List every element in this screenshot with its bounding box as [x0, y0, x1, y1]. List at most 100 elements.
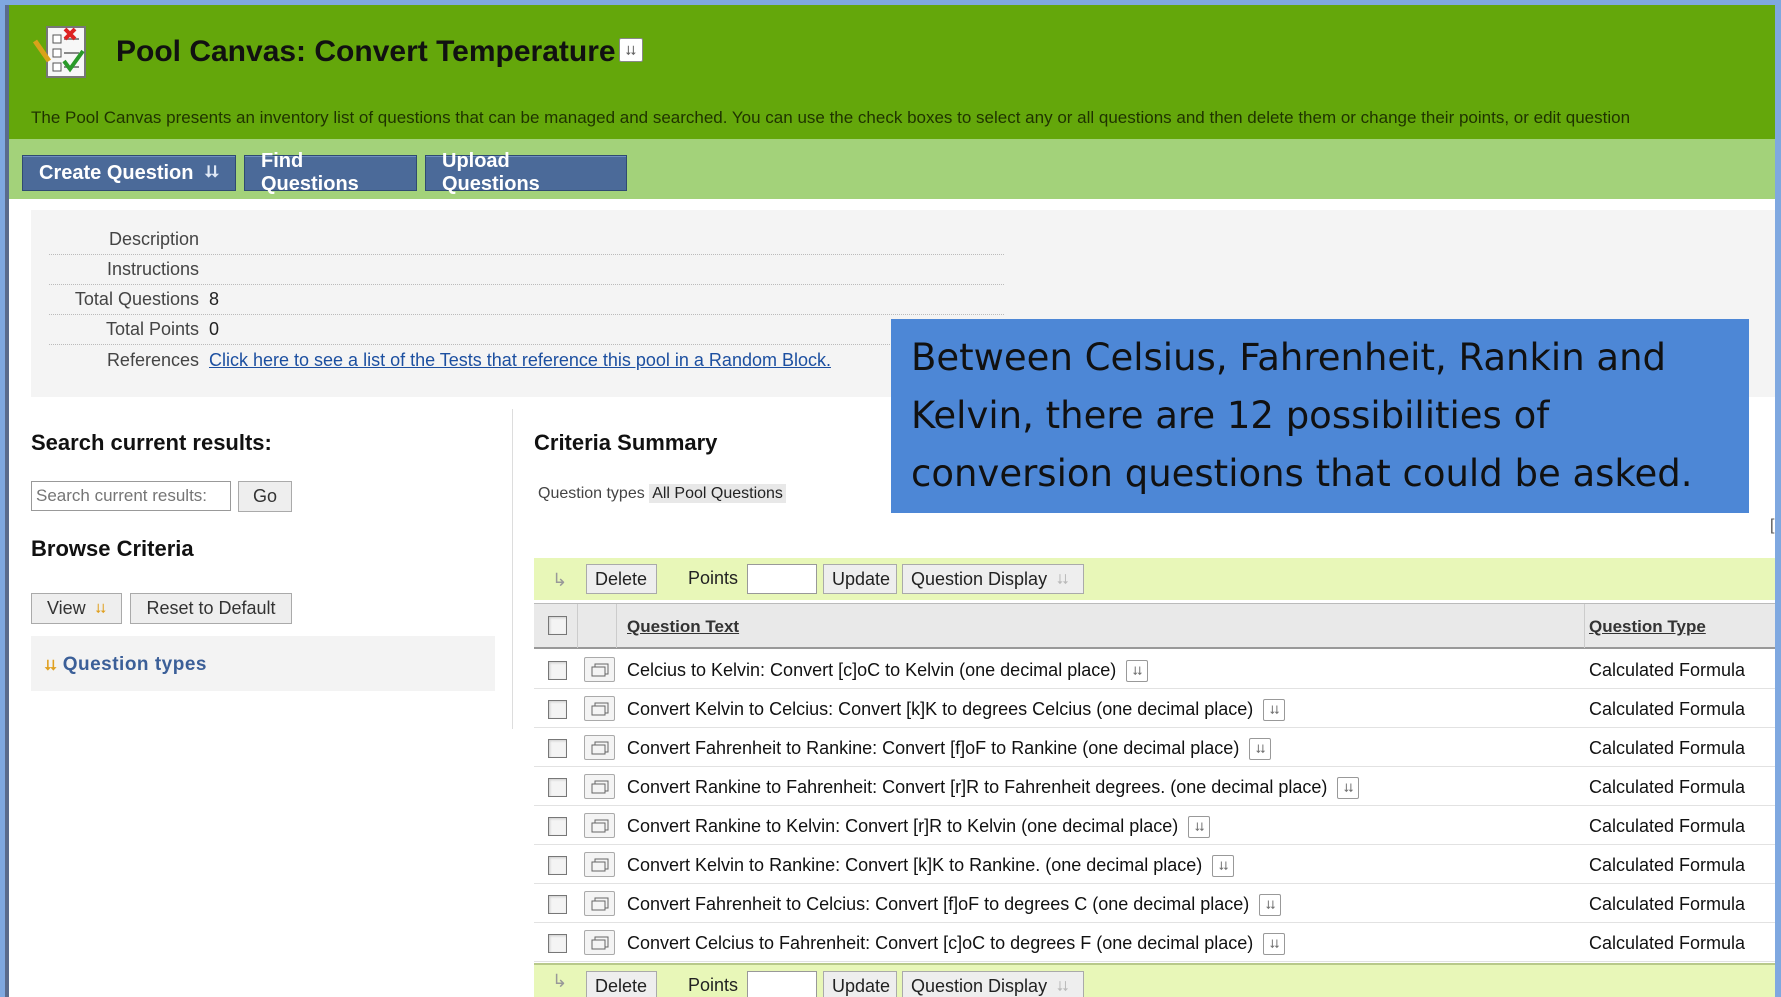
find-questions-label: Find Questions	[261, 150, 359, 195]
row-checkbox[interactable]	[548, 739, 567, 758]
chevron-down-icon[interactable]: ⮇	[1337, 777, 1360, 800]
chevron-down-icon[interactable]: ⮇	[619, 38, 643, 62]
question-preview-icon[interactable]	[584, 735, 615, 760]
instructions-label: Instructions	[106, 259, 199, 279]
question-type-cell: Calculated Formula	[1589, 777, 1746, 797]
find-questions-button[interactable]: Find Questions	[244, 150, 417, 195]
question-text-cell: Convert Kelvin to Celcius: Convert [k]K …	[627, 699, 1286, 722]
checklist-icon	[31, 21, 101, 83]
question-types-label: Question types	[62, 654, 207, 675]
row-checkbox[interactable]	[548, 817, 567, 836]
table-row: Convert Kelvin to Rankine: Convert [k]K …	[534, 845, 1775, 884]
question-type-cell: Calculated Formula	[1589, 738, 1746, 758]
references-row: References Click here to see a list of t…	[49, 345, 1004, 375]
row-checkbox[interactable]	[548, 778, 567, 797]
chevron-down-icon: ⮇	[1057, 570, 1069, 587]
select-all-checkbox[interactable]	[548, 616, 567, 635]
question-text: Convert Rankine to Kelvin: Convert [r]R …	[627, 816, 1179, 836]
question-preview-icon[interactable]	[584, 891, 615, 916]
points-input[interactable]	[747, 971, 817, 997]
question-text-cell: Convert Rankine to Kelvin: Convert [r]R …	[627, 816, 1211, 839]
question-type-cell: Calculated Formula	[1589, 816, 1746, 836]
update-button[interactable]: Update	[823, 564, 897, 594]
page-header: Pool Canvas: Convert Temperature ⮇ The P…	[9, 5, 1775, 139]
criteria-line: Question types All Pool Questions	[538, 484, 786, 503]
row-checkbox[interactable]	[548, 856, 567, 875]
row-checkbox[interactable]	[548, 700, 567, 719]
chevron-down-icon[interactable]: ⮇	[1188, 816, 1211, 839]
total-points-row: Total Points 0	[49, 315, 1004, 345]
row-checkbox[interactable]	[548, 934, 567, 953]
page-description: The Pool Canvas presents an inventory li…	[31, 108, 1631, 127]
browse-criteria-title: Browse Criteria	[31, 536, 194, 561]
page-title: Pool Canvas: Convert Temperature	[116, 35, 616, 68]
references-label: References	[106, 349, 199, 370]
view-button[interactable]: View ⮇	[31, 593, 122, 624]
total-questions-value: 8	[209, 289, 220, 309]
update-button[interactable]: Update	[823, 971, 897, 997]
chevron-down-icon: ⮇	[95, 600, 107, 616]
question-preview-icon[interactable]	[584, 852, 615, 877]
question-text-cell: Convert Fahrenheit to Celcius: Convert […	[627, 894, 1282, 917]
question-text-column-header[interactable]: Question Text	[627, 617, 739, 637]
question-display-button[interactable]: Question Display ⮇	[902, 564, 1084, 594]
header-separator	[616, 604, 617, 648]
delete-button[interactable]: Delete	[586, 971, 657, 997]
question-preview-icon[interactable]	[584, 930, 615, 955]
table-row: Convert Celcius to Fahrenheit: Convert […	[534, 923, 1775, 962]
total-points-value: 0	[209, 319, 220, 339]
question-type-cell: Calculated Formula	[1589, 933, 1746, 953]
points-input[interactable]	[747, 564, 817, 594]
question-preview-icon[interactable]	[584, 774, 615, 799]
chevron-down-icon[interactable]: ⮇	[1263, 699, 1286, 722]
create-question-button[interactable]: Create Question ⮇	[22, 155, 236, 191]
question-text: Convert Kelvin to Rankine: Convert [k]K …	[627, 855, 1203, 875]
view-label: View	[46, 598, 86, 618]
question-text-cell: Convert Fahrenheit to Rankine: Convert […	[627, 738, 1272, 761]
description-label: Description	[108, 229, 199, 249]
arrow-right-icon: ↳	[552, 570, 568, 590]
question-text: Convert Celcius to Fahrenheit: Convert […	[627, 933, 1254, 953]
action-bar: Create Question ⮇ Find Questions Upload …	[9, 139, 1775, 199]
chevron-down-icon[interactable]: ⮇	[1126, 660, 1149, 683]
delete-button[interactable]: Delete	[586, 564, 657, 594]
question-text-cell: Convert Rankine to Fahrenheit: Convert […	[627, 777, 1360, 800]
criteria-question-types-value: All Pool Questions	[649, 484, 786, 503]
question-text: Convert Kelvin to Celcius: Convert [k]K …	[627, 699, 1254, 719]
arrow-right-icon: ↳	[552, 971, 568, 991]
chevron-down-icon: ⮇	[205, 164, 219, 181]
table-row: Convert Fahrenheit to Rankine: Convert […	[534, 728, 1775, 767]
table-row: Convert Fahrenheit to Celcius: Convert […	[534, 884, 1775, 923]
total-points-label: Total Points	[105, 319, 199, 339]
go-button[interactable]: Go	[238, 481, 292, 512]
chevron-down-icon: ⮇	[45, 657, 57, 673]
question-text-cell: Convert Kelvin to Rankine: Convert [k]K …	[627, 855, 1235, 878]
chevron-down-icon[interactable]: ⮇	[1212, 855, 1235, 878]
total-questions-label: Total Questions	[74, 289, 199, 309]
instructions-row: Instructions	[49, 255, 1004, 285]
question-text: Convert Fahrenheit to Celcius: Convert […	[627, 894, 1250, 914]
row-checkbox[interactable]	[548, 661, 567, 680]
question-preview-icon[interactable]	[584, 657, 615, 682]
question-preview-icon[interactable]	[584, 696, 615, 721]
question-preview-icon[interactable]	[584, 813, 615, 838]
question-type-cell: Calculated Formula	[1589, 660, 1746, 680]
reset-to-default-button[interactable]: Reset to Default	[130, 593, 292, 624]
question-types-toggle[interactable]: ⮇ Question types	[45, 654, 207, 676]
upload-questions-label: Upload Questions	[442, 150, 540, 195]
search-input[interactable]	[31, 481, 231, 511]
chevron-down-icon[interactable]: ⮇	[1263, 933, 1286, 956]
question-text-cell: Celcius to Kelvin: Convert [c]oC to Kelv…	[627, 660, 1149, 683]
upload-questions-button[interactable]: Upload Questions	[425, 150, 627, 195]
table-toolbar-bottom: ↳ Delete Points Update Question Display …	[534, 963, 1775, 997]
question-types-panel: ⮇ Question types	[31, 636, 495, 691]
chevron-down-icon[interactable]: ⮇	[1249, 738, 1272, 761]
question-text-cell: Convert Celcius to Fahrenheit: Convert […	[627, 933, 1286, 956]
row-checkbox[interactable]	[548, 895, 567, 914]
references-link[interactable]: Click here to see a list of the Tests th…	[209, 350, 831, 371]
question-type-column-header[interactable]: Question Type	[1589, 617, 1706, 637]
page-frame: Pool Canvas: Convert Temperature ⮇ The P…	[5, 5, 1775, 997]
question-display-button[interactable]: Question Display ⮇	[902, 971, 1084, 997]
table-row: Convert Rankine to Kelvin: Convert [r]R …	[534, 806, 1775, 845]
chevron-down-icon[interactable]: ⮇	[1259, 894, 1282, 917]
